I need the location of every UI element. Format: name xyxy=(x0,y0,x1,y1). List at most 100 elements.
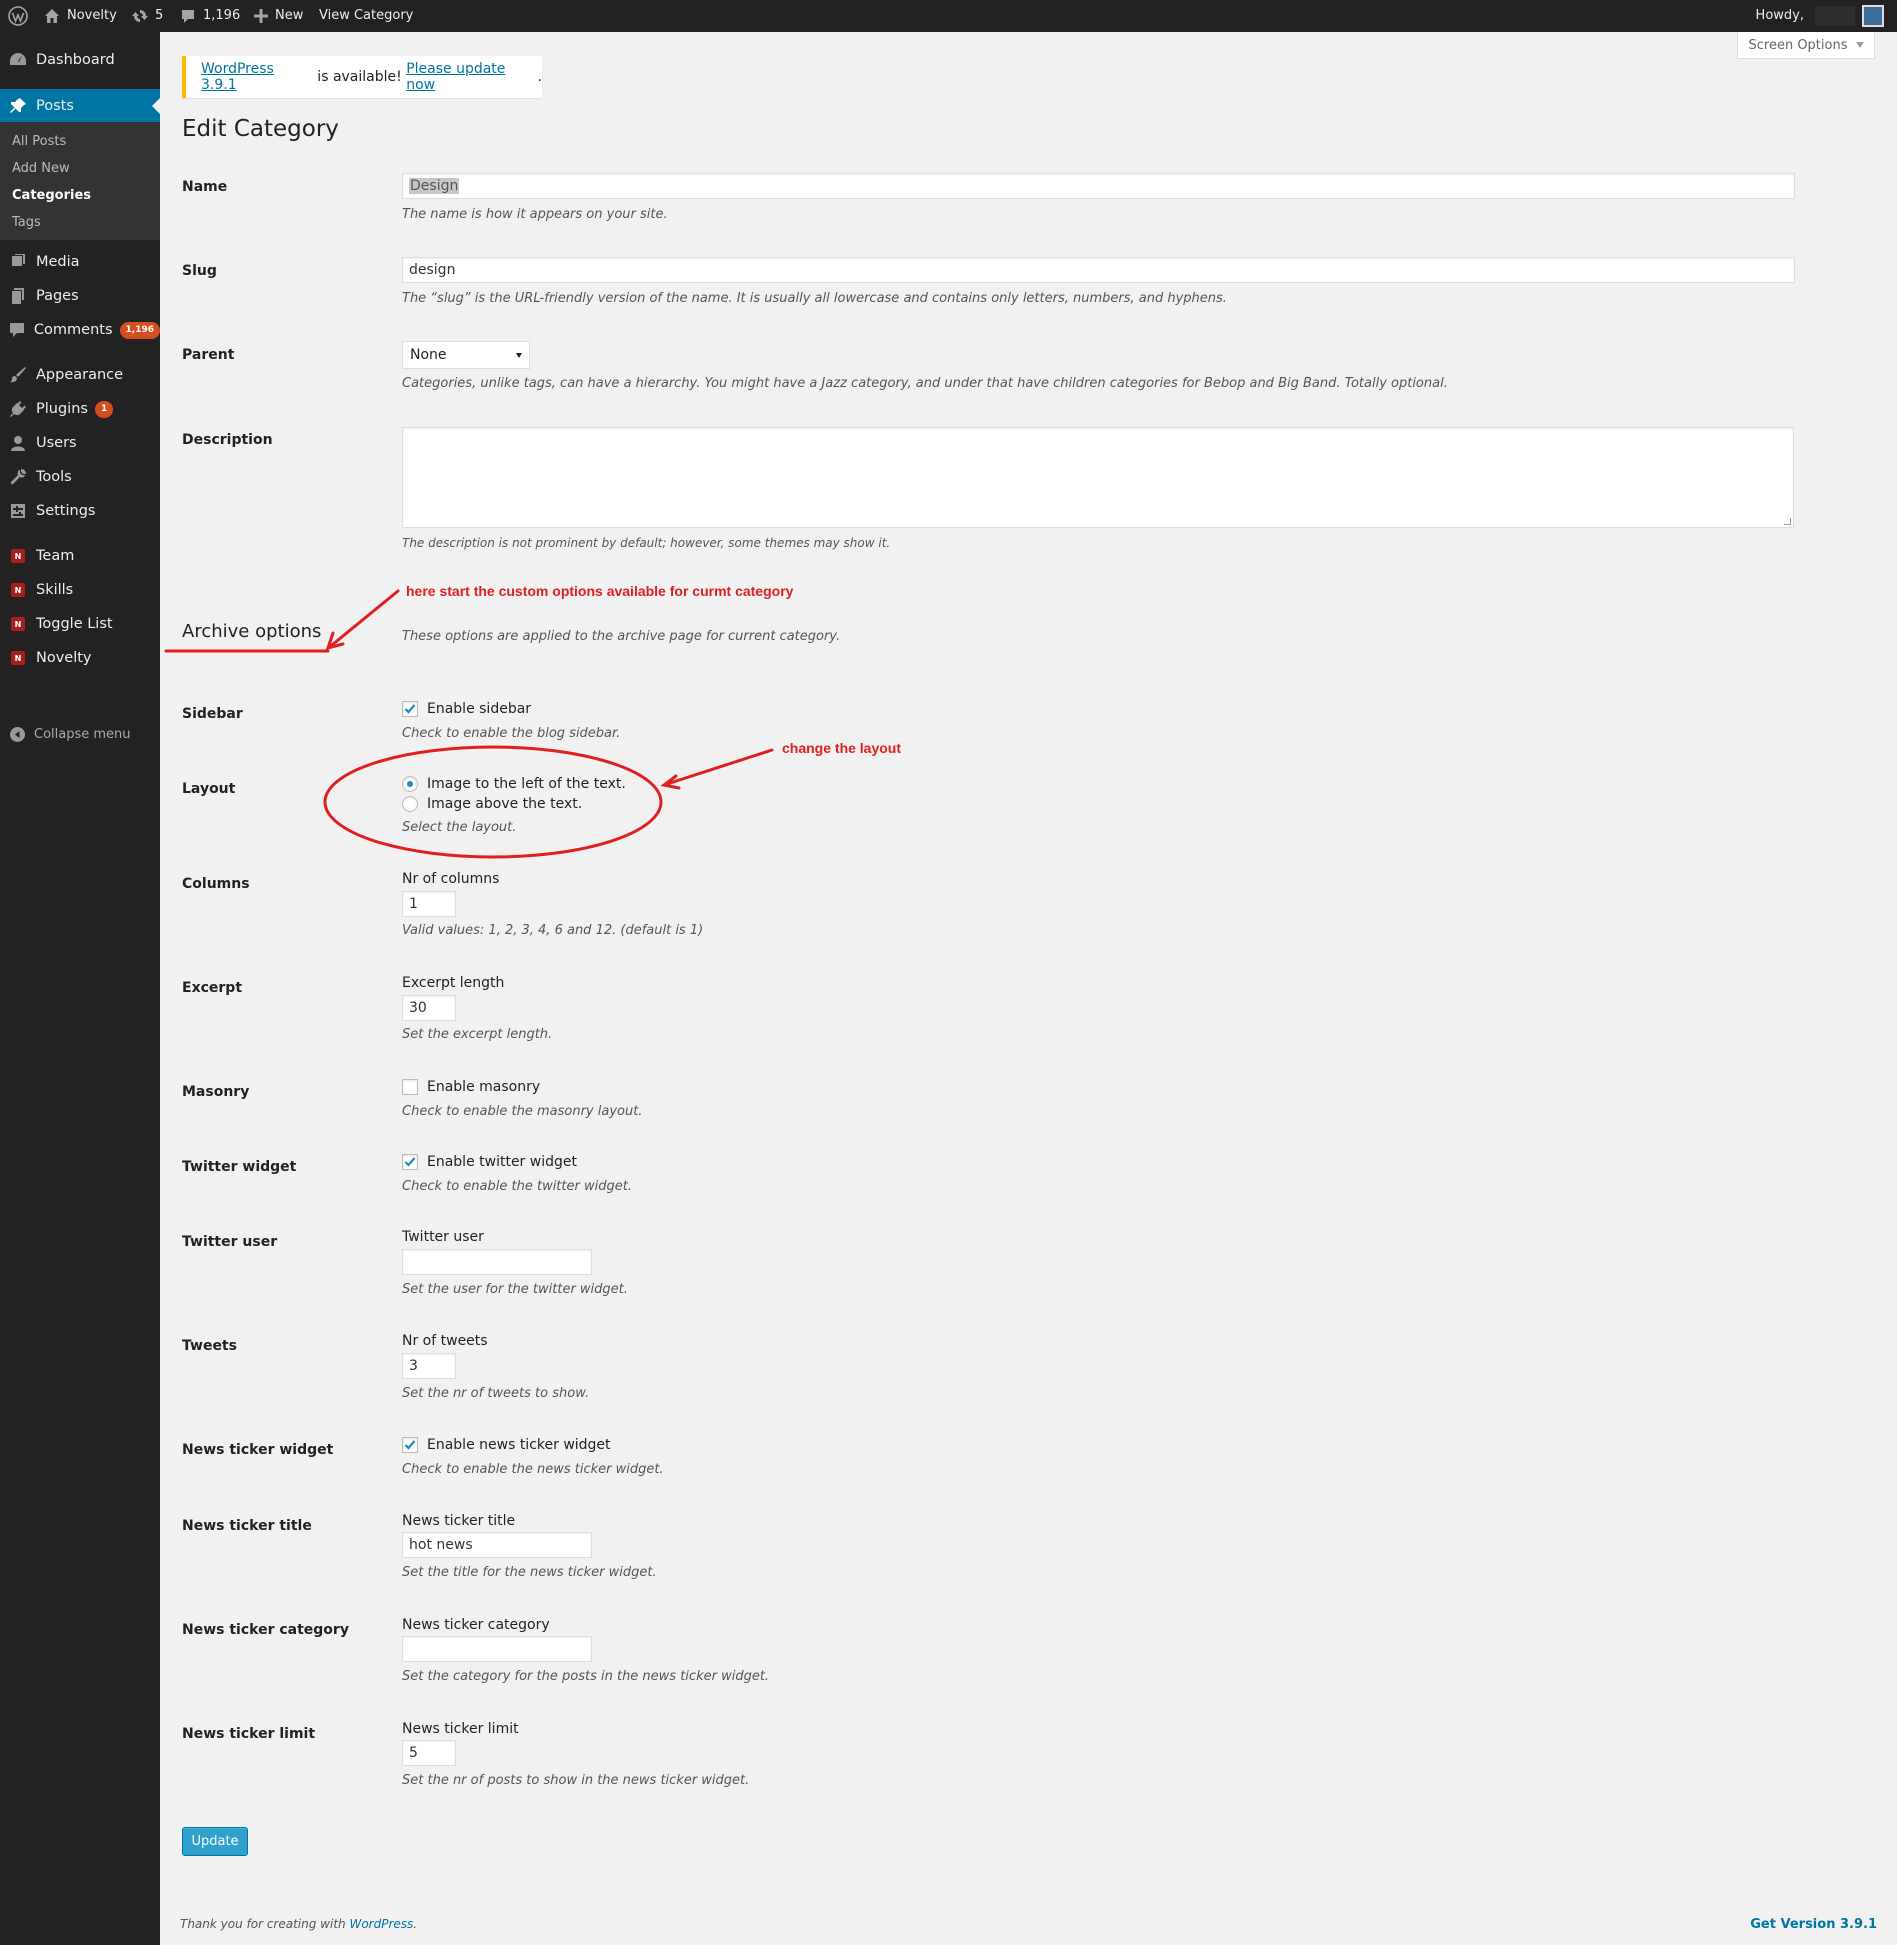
menu-label-dashboard: Dashboard xyxy=(36,52,115,68)
submenu-add-new[interactable]: Add New xyxy=(12,161,70,176)
admin-menu: Dashboard Posts All Posts Add New Catego… xyxy=(0,32,160,1945)
archive-options-heading: Archive options xyxy=(182,621,322,642)
menu-label-team: Team xyxy=(36,548,75,564)
news-ticker-widget-label: News ticker widget xyxy=(182,1442,334,1458)
submenu-all-posts[interactable]: All Posts xyxy=(12,134,66,149)
site-name-link[interactable]: Novelty xyxy=(44,0,117,32)
news-ticker-title-description: Set the title for the news ticker widget… xyxy=(402,1565,657,1580)
twitter-user-input[interactable] xyxy=(402,1249,592,1275)
tweets-field-label: Nr of tweets xyxy=(402,1333,488,1349)
menu-item-novelty[interactable]: N Novelty xyxy=(0,641,160,675)
checkmark-icon xyxy=(404,1440,416,1450)
news-ticker-category-input[interactable] xyxy=(402,1636,592,1662)
enable-twitter-widget-checkbox[interactable] xyxy=(402,1154,418,1170)
menu-item-team[interactable]: N Team xyxy=(0,539,160,573)
submenu-tags[interactable]: Tags xyxy=(12,215,41,230)
menu-item-dashboard[interactable]: Dashboard xyxy=(0,43,160,77)
dashboard-icon xyxy=(0,51,36,69)
footer-thanks: Thank you for creating with WordPress. xyxy=(180,1917,417,1931)
updates-link[interactable]: 5 xyxy=(132,0,163,32)
annotation-change-layout: change the layout xyxy=(782,740,902,756)
excerpt-description: Set the excerpt length. xyxy=(402,1027,553,1042)
menu-item-appearance[interactable]: Appearance xyxy=(0,358,160,392)
menu-item-posts[interactable]: Posts xyxy=(0,89,160,123)
parent-label: Parent xyxy=(182,347,235,363)
tweets-count-input[interactable]: 3 xyxy=(402,1353,456,1379)
menu-item-tools[interactable]: Tools xyxy=(0,460,160,494)
comments-link[interactable]: 1,196 xyxy=(180,0,240,32)
news-ticker-title-value: hot news xyxy=(409,1537,473,1553)
radio-selected-dot xyxy=(407,781,413,787)
menu-item-settings[interactable]: Settings xyxy=(0,494,160,528)
pin-icon xyxy=(0,97,36,115)
page-title: Edit Category xyxy=(182,116,339,142)
footer-wordpress-link[interactable]: WordPress xyxy=(349,1917,413,1931)
get-version-link[interactable]: Get Version 3.9.1 xyxy=(1750,1917,1877,1932)
menu-item-toggle-list[interactable]: N Toggle List xyxy=(0,607,160,641)
slug-input[interactable]: design xyxy=(402,257,1795,283)
layout-radio-left[interactable] xyxy=(402,776,418,792)
name-input[interactable]: Design xyxy=(402,173,1795,199)
resize-grip-icon[interactable] xyxy=(1784,518,1791,525)
tweets-label: Tweets xyxy=(182,1338,237,1354)
enable-news-ticker-checkbox[interactable] xyxy=(402,1437,418,1453)
enable-masonry-checkbox[interactable] xyxy=(402,1079,418,1095)
wordpress-logo-icon[interactable] xyxy=(8,0,28,32)
update-button[interactable]: Update xyxy=(182,1827,248,1856)
nag-end-text: . xyxy=(537,69,542,85)
news-ticker-limit-input[interactable]: 5 xyxy=(402,1740,456,1766)
parent-select-value: None xyxy=(410,347,447,363)
new-content-link[interactable]: New xyxy=(254,0,303,32)
collapse-menu-button[interactable]: Collapse menu xyxy=(0,719,160,749)
enable-sidebar-option: Enable sidebar xyxy=(402,701,531,717)
avatar[interactable] xyxy=(1862,5,1884,27)
layout-option-above: Image above the text. xyxy=(402,796,582,812)
checkmark-icon xyxy=(404,704,416,714)
menu-item-plugins[interactable]: Plugins 1 xyxy=(0,392,160,426)
news-ticker-limit-label: News ticker limit xyxy=(182,1726,316,1742)
news-ticker-widget-description: Check to enable the news ticker widget. xyxy=(402,1462,664,1477)
tweets-description: Set the nr of tweets to show. xyxy=(402,1386,590,1401)
slug-description: The “slug” is the URL-friendly version o… xyxy=(402,291,1227,306)
slug-label: Slug xyxy=(182,263,217,279)
menu-item-users[interactable]: Users xyxy=(0,426,160,460)
sidebar-description: Check to enable the blog sidebar. xyxy=(402,726,621,741)
enable-sidebar-checkbox[interactable] xyxy=(402,701,418,717)
columns-field-label: Nr of columns xyxy=(402,871,500,887)
submenu-categories[interactable]: Categories xyxy=(12,188,91,203)
update-now-link[interactable]: Please update now xyxy=(406,61,537,93)
menu-item-pages[interactable]: Pages xyxy=(0,279,160,313)
menu-label-comments: Comments xyxy=(33,322,113,338)
news-ticker-title-input[interactable]: hot news xyxy=(402,1532,592,1558)
columns-description: Valid values: 1, 2, 3, 4, 6 and 12. (def… xyxy=(402,923,704,938)
layout-option-left-label: Image to the left of the text. xyxy=(427,776,626,792)
screen-options-toggle[interactable]: Screen Options xyxy=(1737,32,1875,59)
menu-label-tools: Tools xyxy=(36,469,72,485)
columns-input-value: 1 xyxy=(409,896,418,912)
excerpt-length-input[interactable]: 30 xyxy=(402,995,456,1021)
news-ticker-title-field-label: News ticker title xyxy=(402,1513,516,1529)
menu-item-comments[interactable]: Comments 1,196 xyxy=(0,313,160,347)
description-textarea[interactable] xyxy=(402,427,1794,528)
wordpress-version-link[interactable]: WordPress 3.9.1 xyxy=(201,61,313,93)
my-account-link[interactable]: Howdy, xyxy=(1756,0,1855,32)
comments-count-badge: 1,196 xyxy=(119,321,160,339)
posts-submenu: All Posts Add New Categories Tags xyxy=(0,122,160,240)
comments-count: 1,196 xyxy=(203,8,241,23)
layout-radio-above[interactable] xyxy=(402,796,418,812)
enable-sidebar-label: Enable sidebar xyxy=(427,701,532,717)
menu-label-posts: Posts xyxy=(36,98,74,114)
novelty-n-icon: N xyxy=(11,583,25,597)
home-icon xyxy=(45,9,59,23)
view-category-link[interactable]: View Category xyxy=(319,0,413,32)
checkmark-icon xyxy=(404,1157,416,1167)
menu-item-media[interactable]: Media xyxy=(0,245,160,279)
wrench-icon xyxy=(0,468,36,486)
parent-select[interactable]: None xyxy=(402,341,530,369)
enable-twitter-widget-option: Enable twitter widget xyxy=(402,1154,577,1170)
howdy-text: Howdy, xyxy=(1755,8,1804,23)
menu-item-skills[interactable]: N Skills xyxy=(0,573,160,607)
novelty-n-icon: N xyxy=(11,549,25,563)
columns-input[interactable]: 1 xyxy=(402,891,456,917)
excerpt-label: Excerpt xyxy=(182,980,243,996)
